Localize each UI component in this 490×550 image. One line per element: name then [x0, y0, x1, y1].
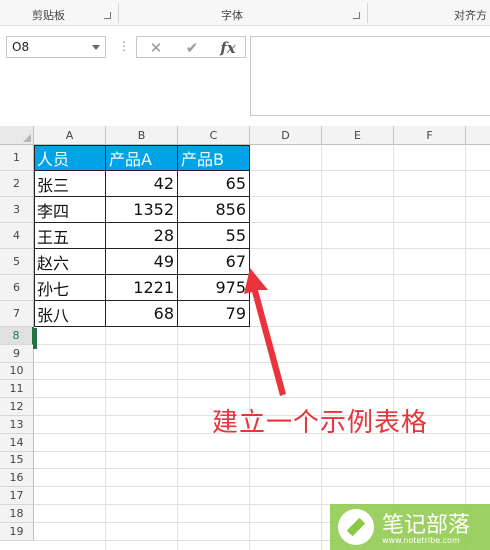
arrow-head-icon: [244, 268, 286, 396]
pen-icon: [346, 517, 366, 537]
pen-logo-icon: [338, 509, 374, 545]
annotation-arrow: [244, 268, 286, 396]
watermark-title: 笔记部落: [382, 513, 471, 538]
annotation-text: 建立一个示例表格: [212, 408, 429, 438]
watermark-logo: 笔记部落 www.notetribe.com: [330, 504, 490, 550]
watermark-url: www.notetribe.com: [382, 536, 460, 545]
